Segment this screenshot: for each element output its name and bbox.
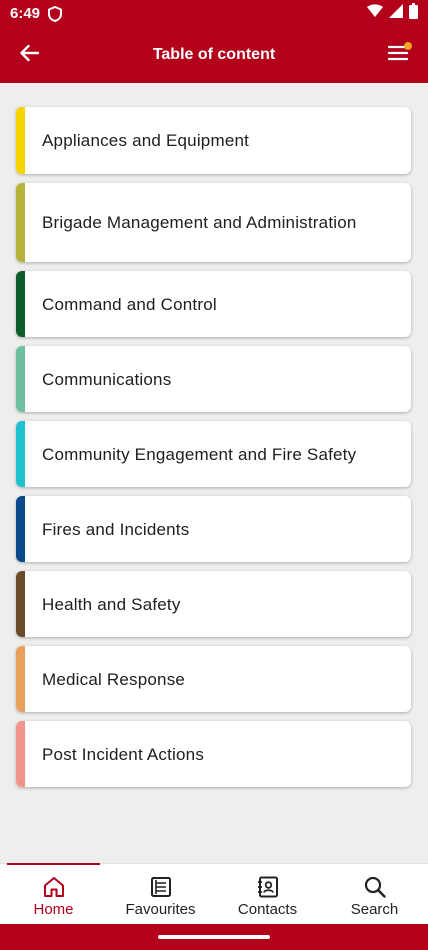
nav-label: Contacts <box>237 901 298 918</box>
status-time: 6:49 <box>10 5 41 22</box>
section-color-stripe <box>16 183 25 262</box>
section-card-community-engagement[interactable]: Community Engagement and Fire Safety <box>16 421 411 487</box>
gesture-bar <box>0 924 428 950</box>
section-label: Communications <box>42 369 172 389</box>
section-label: Fires and Incidents <box>42 519 190 539</box>
wifi-icon <box>367 4 383 23</box>
nav-favourites[interactable]: Favourites <box>107 864 214 924</box>
contacts-icon <box>255 874 281 900</box>
menu-button[interactable] <box>384 41 412 69</box>
section-label: Community Engagement and Fire Safety <box>42 444 357 464</box>
section-label: Appliances and Equipment <box>42 131 250 150</box>
section-label: Brigade Management and Administration <box>42 213 357 232</box>
section-color-stripe <box>16 571 25 637</box>
section-card-fires-and-incidents[interactable]: Fires and Incidents <box>16 496 411 562</box>
nav-home[interactable]: Home <box>0 863 107 924</box>
battery-icon <box>409 3 418 24</box>
arrow-left-icon <box>19 44 40 67</box>
section-card-post-incident-actions[interactable]: Post Incident Actions <box>16 721 411 787</box>
section-card-communications[interactable]: Communications <box>16 346 411 412</box>
nav-label: Favourites <box>125 901 196 918</box>
section-color-stripe <box>16 346 25 412</box>
nav-contacts[interactable]: Contacts <box>214 864 321 924</box>
section-card-health-and-safety[interactable]: Health and Safety <box>16 571 411 637</box>
section-card-appliances-and-equipment[interactable]: Appliances and Equipment <box>16 107 411 174</box>
nav-label: Search <box>350 901 399 918</box>
nav-label: Home <box>33 901 74 918</box>
section-color-stripe <box>16 721 25 787</box>
shield-icon <box>48 5 63 22</box>
section-color-stripe <box>16 271 25 337</box>
section-color-stripe <box>16 107 25 174</box>
section-label: Medical Response <box>42 669 186 689</box>
bottom-nav: Home Favourites Contacts Search <box>0 863 428 924</box>
section-color-stripe <box>16 421 25 487</box>
section-label: Health and Safety <box>42 594 181 614</box>
section-list: Appliances and Equipment Brigade Managem… <box>16 107 411 796</box>
status-bar: 6:49 <box>0 0 428 27</box>
favourites-icon <box>148 874 174 900</box>
page-title: Table of content <box>152 46 276 63</box>
search-icon <box>362 874 388 900</box>
nav-search[interactable]: Search <box>321 864 428 924</box>
home-icon <box>41 874 67 900</box>
section-label: Command and Control <box>42 294 217 314</box>
section-label: Post Incident Actions <box>42 744 205 764</box>
section-card-medical-response[interactable]: Medical Response <box>16 646 411 712</box>
section-card-brigade-management[interactable]: Brigade Management and Administration <box>16 183 411 262</box>
section-color-stripe <box>16 646 25 712</box>
notification-dot <box>404 42 412 50</box>
app-bar: Table of content <box>0 27 428 83</box>
home-indicator[interactable] <box>158 935 270 939</box>
back-button[interactable] <box>16 43 42 67</box>
section-color-stripe <box>16 496 25 562</box>
signal-icon <box>389 4 403 23</box>
section-card-command-and-control[interactable]: Command and Control <box>16 271 411 337</box>
